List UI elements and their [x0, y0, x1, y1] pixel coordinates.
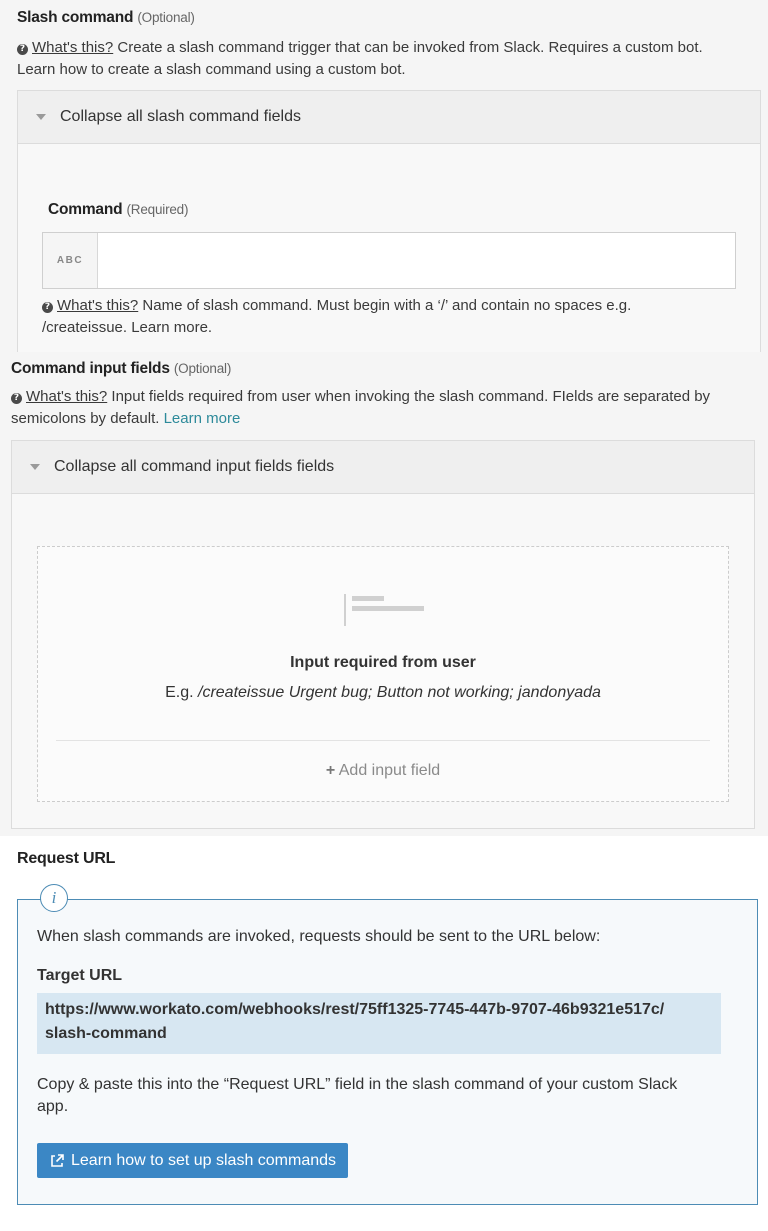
url-line-1: https://www.workato.com/webhooks/rest/75… — [45, 1001, 665, 1018]
target-url-value[interactable]: https://www.workato.com/webhooks/rest/75… — [37, 993, 721, 1054]
request-url-section: Request URL i When slash commands are in… — [4, 836, 768, 1231]
command-help-line-2: /createissue. Learn more. — [42, 319, 213, 336]
empty-input-fields-area: Input required from user E.g. /createiss… — [37, 546, 729, 802]
example-text: E.g. /createissue Urgent bug; Button not… — [38, 684, 728, 702]
command-whats-this-link[interactable]: What's this? — [57, 297, 138, 314]
empty-title: Input required from user — [290, 654, 476, 671]
question-circle-icon: ? — [17, 44, 28, 55]
copy-text-line-1: Copy & paste this into the “Request URL”… — [37, 1076, 678, 1093]
caret-down-icon — [30, 464, 40, 470]
input-fields-panel: Collapse all command input fields fields… — [11, 440, 755, 829]
copy-text-line-2: app. — [37, 1098, 69, 1115]
info-icon: i — [40, 884, 68, 912]
plus-icon: + — [325, 762, 336, 779]
url-line-2: slash-command — [45, 1025, 167, 1042]
abc-type-icon: ABC — [43, 233, 98, 288]
optional-tag: (Optional) — [137, 10, 195, 25]
command-label: Command — [48, 201, 123, 218]
target-url-label: Target URL — [37, 967, 123, 984]
command-help: ? What's this? Name of slash command. Mus… — [42, 295, 742, 317]
external-link-icon — [51, 1153, 64, 1167]
add-input-field-label: Add input field — [338, 762, 441, 779]
command-field[interactable] — [98, 233, 735, 288]
input-fields-label: Command input fields — [11, 360, 170, 377]
slash-command-heading: Slash command (Optional) — [17, 9, 195, 27]
command-input: ABC — [42, 232, 736, 289]
help-text-line-2: Learn how to create a slash command usin… — [17, 61, 406, 78]
question-circle-icon: ? — [42, 302, 53, 313]
command-heading: Command (Required) — [48, 201, 188, 219]
input-fields-help-line-2: semicolons by default. Learn more — [11, 408, 240, 430]
example-value: /createissue Urgent bug; Button not work… — [198, 684, 601, 701]
divider — [56, 740, 710, 741]
add-input-field-button[interactable]: + Add input field — [38, 762, 728, 780]
learn-slash-commands-button[interactable]: Learn how to set up slash commands — [37, 1143, 349, 1178]
help-text-line-2: semicolons by default. — [11, 410, 160, 427]
info-text: When slash commands are invoked, request… — [37, 928, 601, 945]
whats-this-link[interactable]: What's this? — [32, 39, 113, 56]
question-circle-icon: ? — [11, 393, 22, 404]
collapse-input-fields[interactable]: Collapse all command input fields fields — [12, 441, 754, 494]
optional-tag: (Optional) — [173, 361, 232, 376]
help-text: Input fields required from user when inv… — [111, 388, 711, 405]
text-lines-icon — [344, 594, 424, 628]
example-prefix: E.g. — [165, 684, 194, 701]
collapse-label: Collapse all slash command fields — [60, 108, 301, 125]
copy-instructions: Copy & paste this into the “Request URL”… — [37, 1074, 737, 1118]
command-input-fields-section: Command input fields (Optional) ? What's … — [0, 352, 768, 836]
collapse-slash-command-fields[interactable]: Collapse all slash command fields — [18, 91, 760, 144]
slash-command-label: Slash command — [17, 9, 134, 26]
slash-command-panel: Collapse all slash command fields Comman… — [17, 90, 761, 353]
caret-down-icon — [36, 114, 46, 120]
slash-command-section: Slash command (Optional) ? What's this? C… — [0, 0, 768, 353]
slash-command-help: ? What's this? Create a slash command tri… — [17, 37, 757, 59]
button-label: Learn how to set up slash commands — [71, 1151, 337, 1169]
required-tag: (Required) — [126, 202, 189, 217]
whats-this-link[interactable]: What's this? — [26, 388, 107, 405]
command-help-text: Name of slash command. Must begin with a… — [142, 297, 632, 314]
request-url-label: Request URL — [17, 850, 116, 867]
learn-more-link[interactable]: Learn more — [164, 410, 241, 427]
request-url-info-box: i When slash commands are invoked, reque… — [17, 884, 758, 1205]
help-text: Create a slash command trigger that can … — [117, 39, 703, 56]
input-fields-heading: Command input fields (Optional) — [11, 360, 231, 378]
input-fields-help: ? What's this? Input fields required from… — [11, 386, 761, 408]
collapse-label: Collapse all command input fields fields — [54, 458, 335, 475]
